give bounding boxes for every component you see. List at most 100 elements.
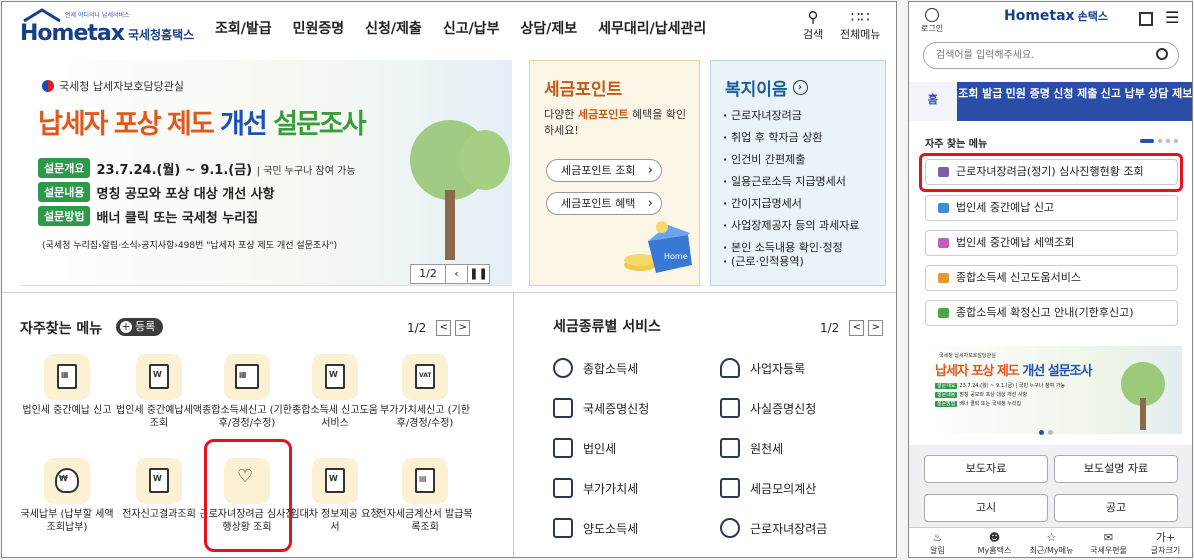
- tab-certificate[interactable]: 민원 증명: [1004, 82, 1052, 121]
- menu-icon: [938, 203, 949, 213]
- fav-item[interactable]: ▦ 법인세 중간예납 신고: [19, 354, 115, 417]
- mobile-survey-banner[interactable]: 국세청 납세자보호담당관실 납세자 포상 제도 개선 설문조사 설문개요 23.7…: [921, 346, 1182, 434]
- next-page-button[interactable]: >: [455, 320, 471, 336]
- footer-font-size[interactable]: 가+ 글자크기: [1137, 528, 1192, 557]
- login-button[interactable]: 로그인: [921, 8, 943, 34]
- tax-point-inquiry-button[interactable]: 세금포인트 조회: [546, 159, 662, 182]
- welfare-item[interactable]: 간이지급명세서: [723, 197, 859, 219]
- nav-item-inquiry[interactable]: 조회/발급: [215, 18, 272, 38]
- mobile-banner-desc: 배너 클릭 또는 국세청 누리집: [959, 401, 1021, 407]
- fav-item[interactable]: W 종합소득세 신고도움 서비스: [287, 354, 383, 430]
- nav-item-certificate[interactable]: 민원증명: [293, 18, 345, 38]
- all-menu-button[interactable]: ∷∷ 전체메뉴: [840, 8, 880, 42]
- search-icon[interactable]: [1156, 48, 1168, 60]
- mobile-fav-label: 종합소득세 확정신고 안내(기한후신고): [956, 306, 1134, 319]
- banner-tag: 설문방법: [38, 206, 91, 226]
- fav-item-label: 국세납부 (납부할 세액 조회납부): [20, 509, 114, 533]
- banner-dot[interactable]: [1039, 430, 1044, 435]
- tab-apply[interactable]: 신청 제출: [1052, 82, 1100, 121]
- chevron-right-icon: ›: [792, 80, 808, 95]
- hamburger-icon[interactable]: ☰: [1165, 10, 1179, 26]
- nav-item-agent[interactable]: 세무대리/납세관리: [598, 18, 706, 38]
- footer-my-hometax[interactable]: ☻ My홈택스: [966, 528, 1023, 557]
- banner-pause-button[interactable]: ❚❚: [467, 265, 489, 283]
- footer-alarm[interactable]: ♨ 알림: [909, 528, 966, 557]
- nav-item-consult[interactable]: 상담/제보: [520, 18, 577, 38]
- service-item[interactable]: 세금모의계산: [720, 478, 816, 498]
- search-button[interactable]: ⚲ 검색: [803, 8, 823, 42]
- footer-label: 글자크기: [1150, 546, 1181, 555]
- hometax-logo[interactable]: 언제 어디서나 납세서비스 Hometax 국세청홈택스: [20, 8, 194, 46]
- banner-row: 설문내용 명칭 공모와 포상 대상 개선 사항: [38, 182, 275, 202]
- search-doc-icon: W: [136, 354, 182, 400]
- welfare-item[interactable]: 취업 후 학자금 상환: [723, 131, 859, 153]
- mobile-fav-item[interactable]: 종합소득세 확정신고 안내(기한후신고): [925, 300, 1178, 326]
- register-button[interactable]: + 등록: [116, 318, 164, 336]
- banner-org-text: 국세청 납세자보호담당관실: [59, 80, 184, 93]
- carousel-dot[interactable]: [1140, 139, 1154, 143]
- announcement-button[interactable]: 공고: [1054, 494, 1178, 522]
- tax-point-benefit-button[interactable]: 세금포인트 혜택: [546, 192, 662, 215]
- footer-recent-menu[interactable]: ☆ 최근/My메뉴: [1023, 528, 1080, 557]
- tab-consult[interactable]: 상담 제보: [1147, 82, 1192, 121]
- service-item[interactable]: 종합소득세: [553, 358, 638, 378]
- mobile-fav-item[interactable]: 법인세 중간예납 신고: [925, 195, 1178, 221]
- tree-illustration-2: [460, 130, 510, 190]
- fav-item[interactable]: W 법인세 중간예납세액 조회: [111, 354, 207, 430]
- carousel-dot[interactable]: [1174, 139, 1178, 143]
- welfare-item[interactable]: 사업장제공자 등의 과세자료: [723, 219, 859, 241]
- mobile-fav-label: 법인세 중간예납 신고: [956, 201, 1055, 214]
- service-item[interactable]: 사업자등록: [720, 358, 805, 378]
- service-item[interactable]: 사실증명신청: [720, 398, 816, 418]
- fav-item[interactable]: ▦ 종합소득세신고 (기한후/경정/수정): [199, 354, 295, 430]
- tab-inquiry[interactable]: 조회 발급: [957, 82, 1005, 121]
- carousel-dot[interactable]: [1166, 139, 1170, 143]
- fav-item[interactable]: ▤ 전자세금계산서 발급목록조회: [377, 458, 473, 534]
- prev-page-button[interactable]: <: [849, 320, 865, 336]
- footer-tax-mail[interactable]: ✉ 국세우편물: [1080, 528, 1137, 557]
- press-explanation-button[interactable]: 보도설명 자료: [1054, 455, 1178, 483]
- tax-point-title: 세금포인트: [544, 80, 623, 100]
- carousel-dot[interactable]: [1158, 139, 1162, 143]
- mobile-fav-item[interactable]: 종합소득세 신고도움서비스: [925, 265, 1178, 291]
- tax-point-text: 다양한 세금포인트 혜택을 확인하세요!: [544, 107, 689, 139]
- tab-report[interactable]: 신고 납부: [1099, 82, 1147, 121]
- banner-row-desc: 배너 클릭 또는 국세청 누리집: [96, 210, 259, 226]
- fav-item[interactable]: W 임대차 정보제공 요청서: [287, 458, 383, 534]
- govt-emblem-icon: [42, 80, 54, 92]
- box-label: Home: [664, 252, 688, 261]
- nav-item-apply[interactable]: 신청/제출: [365, 18, 422, 38]
- nav-item-report[interactable]: 신고/납부: [443, 18, 500, 38]
- survey-banner[interactable]: 국세청 납세자보호담당관실 납세자 포상 제도 개선 설문조사 설문개요 23.…: [20, 60, 512, 286]
- document-icon: [553, 398, 573, 418]
- fav-item[interactable]: VAT 부가가치세신고 (기한후/경정/수정): [377, 354, 473, 430]
- fav-item[interactable]: W 전자신고결과조회: [111, 458, 207, 521]
- banner-note: (국세청 누리집›알림·소식›공지사항›498번 "납세자 포상 제도 개선 설…: [42, 241, 338, 251]
- vat-icon: [553, 478, 573, 498]
- banner-dot[interactable]: [1048, 430, 1053, 435]
- qr-icon[interactable]: [1139, 12, 1153, 26]
- press-release-button[interactable]: 보도자료: [924, 455, 1048, 483]
- fav-item[interactable]: ₩ 국세납부 (납부할 세액 조회납부): [19, 458, 115, 534]
- mobile-logo-brand: Hometax: [1004, 8, 1075, 24]
- service-item[interactable]: 양도소득세: [553, 518, 638, 538]
- service-item[interactable]: 법인세: [553, 438, 616, 458]
- welfare-item[interactable]: 일용근로소득 지급명세서: [723, 175, 859, 197]
- building-icon: ▦: [44, 354, 90, 400]
- service-item[interactable]: 국세증명신청: [553, 398, 649, 418]
- search-input[interactable]: 검색어를 입력해주세요.: [923, 42, 1179, 69]
- service-item[interactable]: 부가가치세: [553, 478, 638, 498]
- welfare-item[interactable]: 인건비 간편제출: [723, 153, 859, 175]
- banner-prev-button[interactable]: ‹: [445, 265, 467, 283]
- welfare-item[interactable]: 본인 소득내용 확인·정정: [723, 241, 859, 255]
- welfare-title[interactable]: 복지이음 ›: [725, 75, 808, 100]
- mobile-fav-item[interactable]: 법인세 중간예납 세액조회: [925, 230, 1178, 256]
- prev-page-button[interactable]: <: [436, 320, 452, 336]
- sontax-logo[interactable]: Hometax 손택스: [1004, 8, 1108, 24]
- notice-button[interactable]: 고시: [924, 494, 1048, 522]
- welfare-item[interactable]: 근로자녀장려금: [723, 109, 859, 131]
- service-item[interactable]: 원천세: [720, 438, 783, 458]
- next-page-button[interactable]: >: [868, 320, 884, 336]
- tab-home[interactable]: 홈: [909, 82, 957, 121]
- service-item[interactable]: 근로자녀장려금: [720, 518, 827, 538]
